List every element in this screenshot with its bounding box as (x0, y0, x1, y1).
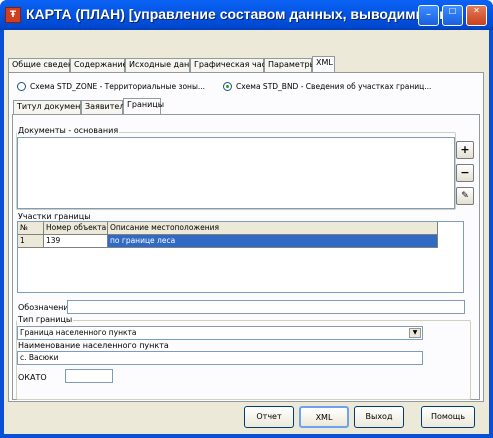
maximize-button[interactable]: □ (442, 5, 463, 26)
column-header[interactable]: № (18, 222, 44, 235)
parts-table[interactable]: № Номер объекта Описание местоположения … (17, 221, 464, 293)
okato-label: ОКАТО (18, 373, 47, 382)
tab-boundaries[interactable]: Границы (123, 98, 164, 114)
minimize-icon: _ (426, 6, 431, 15)
tab-content[interactable]: Содержание (70, 58, 127, 72)
tab-xml[interactable]: XML (312, 56, 335, 72)
close-icon: ✕ (473, 6, 480, 15)
radio-std-bnd-dot (223, 82, 232, 91)
boundaries-panel: Документы - основания + − ✎ Участки гран… (12, 114, 480, 400)
boundary-type-value: Граница населенного пункта (20, 328, 137, 337)
tab-parameters[interactable]: Параметры (264, 58, 316, 72)
boundary-type-select[interactable]: Граница населенного пункта ▼ (17, 326, 423, 340)
designation-label: Обозначение (18, 303, 74, 312)
minimize-button[interactable]: _ (418, 5, 439, 26)
pencil-icon: ✎ (461, 191, 469, 201)
radio-std-bnd[interactable]: Схема STD_BND - Сведения об участках гра… (223, 82, 431, 91)
report-button[interactable]: Отчет (244, 406, 294, 428)
plus-icon: + (460, 143, 470, 156)
add-document-button[interactable]: + (456, 141, 474, 159)
window-title: КАРТА (ПЛАН) [управление составом данных… (26, 6, 464, 22)
tab-general[interactable]: Общие сведения (8, 58, 83, 72)
radio-std-zone-label: Схема STD_ZONE - Территориальные зоны... (30, 82, 206, 91)
remove-document-button[interactable]: − (456, 164, 474, 182)
help-button[interactable]: Помощь (421, 406, 475, 428)
designation-field[interactable] (67, 300, 465, 314)
exit-button[interactable]: Выход (354, 406, 404, 428)
close-button[interactable]: ✕ (466, 5, 487, 26)
column-header[interactable]: Описание местоположения (108, 222, 438, 235)
edit-document-button[interactable]: ✎ (456, 187, 474, 205)
radio-std-zone[interactable]: Схема STD_ZONE - Территориальные зоны... (17, 82, 205, 91)
documents-label: Документы - основания (17, 126, 120, 135)
boundary-type-label: Тип границы (17, 315, 74, 324)
maximize-icon: □ (448, 6, 457, 15)
documents-list[interactable] (17, 137, 455, 209)
settlement-field[interactable]: с. Васюки (17, 351, 423, 365)
tab-source-data[interactable]: Исходные данные (125, 58, 206, 72)
table-cell[interactable]: по границе леса (108, 235, 438, 248)
app-icon: Ŧ (5, 7, 21, 23)
tab-graphics[interactable]: Графическая часть (190, 58, 275, 72)
xml-panel: Схема STD_ZONE - Территориальные зоны...… (8, 72, 484, 402)
table-cell[interactable]: 139 (44, 235, 108, 248)
dialog-body: Общие сведения Содержание Исходные данны… (4, 30, 489, 434)
tab-applicant[interactable]: Заявитель (81, 100, 129, 114)
minus-icon: − (460, 166, 470, 179)
table-cell[interactable]: 1 (18, 235, 44, 248)
radio-std-zone-dot (17, 82, 26, 91)
chevron-down-icon[interactable]: ▼ (409, 328, 421, 338)
tab-document-title[interactable]: Титул документа (13, 100, 90, 114)
okato-field[interactable] (65, 369, 113, 383)
xml-button[interactable]: XML (299, 406, 349, 428)
settlement-label: Наименование населенного пункта (18, 341, 169, 350)
title-bar[interactable]: Ŧ КАРТА (ПЛАН) [управление составом данн… (0, 0, 493, 30)
column-header[interactable]: Номер объекта (44, 222, 108, 235)
parts-label: Участки границы (17, 212, 92, 221)
application-window: Ŧ КАРТА (ПЛАН) [управление составом данн… (0, 0, 493, 438)
radio-std-bnd-label: Схема STD_BND - Сведения об участках гра… (236, 82, 432, 91)
